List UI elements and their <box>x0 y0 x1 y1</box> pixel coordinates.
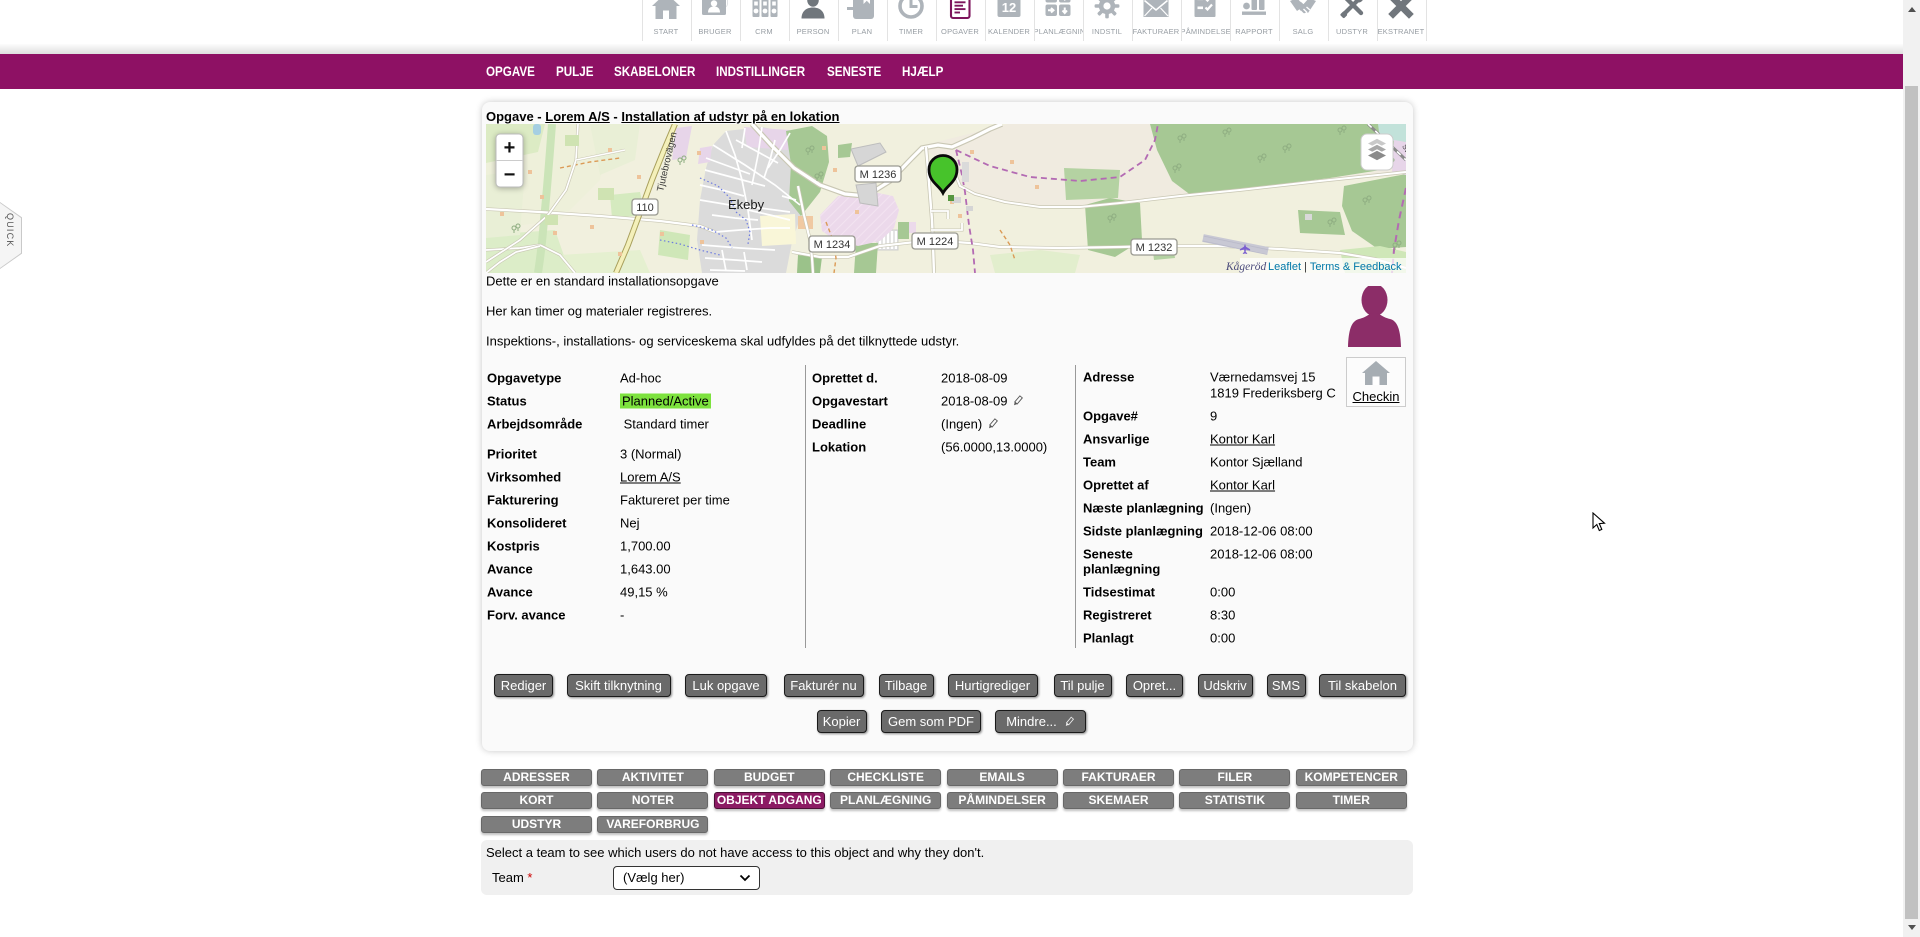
svg-text:Kågeröd: Kågeröd <box>1225 260 1267 273</box>
svg-text:Leaflet | Terms & Feedback: Leaflet | Terms & Feedback <box>1268 261 1402 273</box>
svg-text:12: 12 <box>1002 0 1016 15</box>
svg-text:−: − <box>504 164 516 186</box>
svg-text:M 1234: M 1234 <box>814 239 851 251</box>
svg-text:110: 110 <box>636 202 654 214</box>
svg-text:+: + <box>504 137 516 159</box>
svg-text:M 1232: M 1232 <box>1136 242 1173 254</box>
svg-text:M 1236: M 1236 <box>860 169 897 181</box>
svg-text:M 1224: M 1224 <box>917 236 954 248</box>
svg-text:Ekeby: Ekeby <box>728 197 765 212</box>
